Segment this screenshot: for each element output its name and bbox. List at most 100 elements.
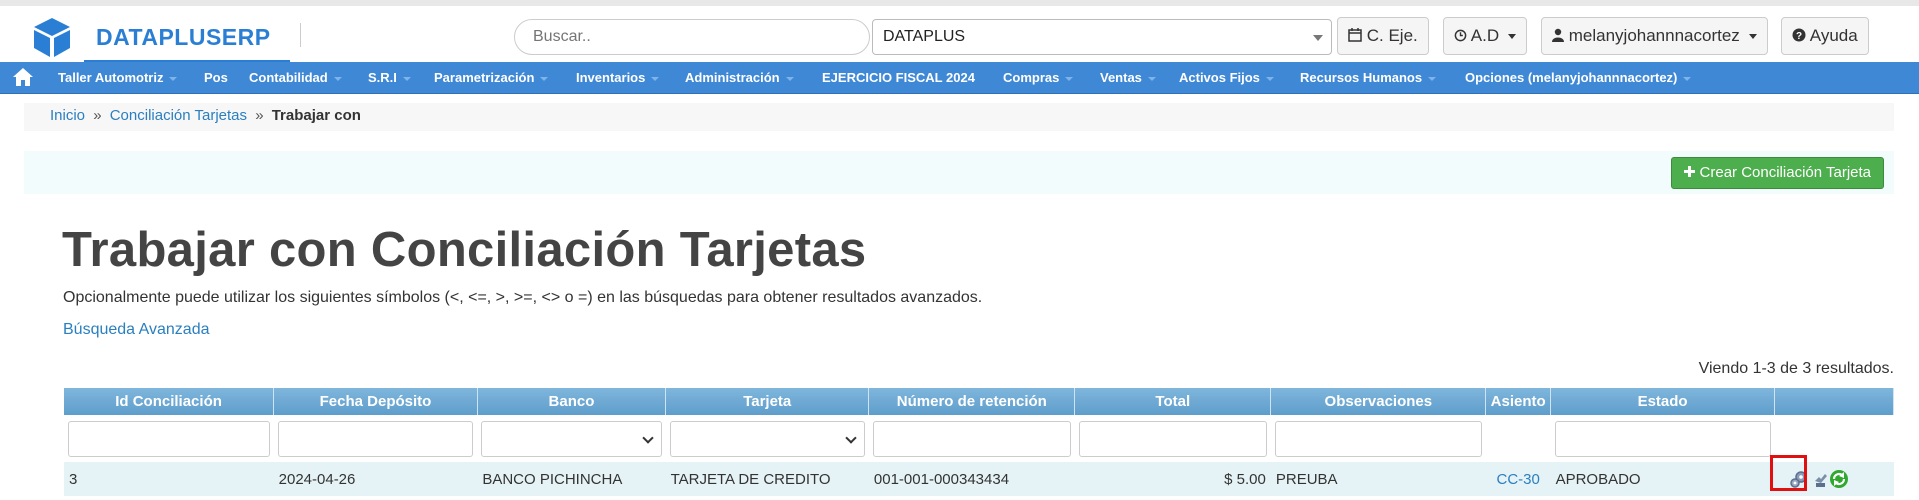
company-select-value: DATAPLUS: [883, 28, 966, 45]
home-icon[interactable]: [12, 66, 34, 88]
advanced-search-link[interactable]: Búsqueda Avanzada: [63, 321, 210, 339]
column-header-fecha[interactable]: Fecha Depósito: [273, 388, 478, 415]
breadcrumb-home-link[interactable]: Inicio: [50, 107, 85, 124]
nav-label: Recursos Humanos: [1300, 70, 1423, 85]
cube-logo-icon[interactable]: [30, 15, 74, 59]
breadcrumb-current: Trabajar con: [271, 107, 361, 124]
plus-icon: [1684, 166, 1696, 177]
chevron-down-icon: [651, 76, 660, 81]
cell-retencion: 001-001-000343434: [868, 462, 1075, 496]
nav-label: EJERCICIO FISCAL 2024: [822, 70, 975, 85]
filter-fecha-input[interactable]: [277, 420, 474, 457]
nav-taller-automotriz[interactable]: Taller Automotriz: [58, 70, 178, 85]
chevron-down-icon: [1313, 35, 1323, 41]
chevron-down-icon: [1265, 76, 1274, 81]
help-button[interactable]: ? Ayuda: [1781, 17, 1869, 55]
breadcrumb-separator: »: [255, 107, 264, 124]
refresh-icon[interactable]: [1829, 469, 1849, 489]
ad-dropdown-button[interactable]: A.D: [1443, 17, 1527, 55]
chevron-down-icon: [1507, 34, 1516, 40]
asiento-link[interactable]: CC-30: [1496, 471, 1539, 488]
chevron-down-icon: [540, 76, 549, 81]
nav-recursos-humanos[interactable]: Recursos Humanos: [1300, 70, 1437, 85]
cell-observaciones: PREUBA: [1270, 462, 1486, 496]
clock-icon: [1454, 29, 1467, 42]
filter-observaciones-input[interactable]: [1274, 420, 1482, 457]
nav-pos[interactable]: Pos: [204, 70, 228, 85]
nav-opciones[interactable]: Opciones (melanyjohannnacortez): [1465, 70, 1692, 85]
nav-sri[interactable]: S.R.I: [368, 70, 411, 85]
breadcrumb-parent-link[interactable]: Conciliación Tarjetas: [110, 107, 247, 124]
search-input[interactable]: [514, 19, 870, 55]
top-header: DATAPLUSERP DATAPLUS C. Eje. A.D melanyj…: [0, 0, 1919, 63]
help-label: Ayuda: [1809, 26, 1858, 45]
chevron-down-icon: [333, 76, 342, 81]
nav-label: Pos: [204, 70, 228, 85]
chevron-down-icon: [641, 431, 654, 444]
create-conciliation-button[interactable]: Crear Conciliación Tarjeta: [1671, 157, 1884, 189]
filter-total-input[interactable]: [1078, 420, 1267, 457]
column-header-observaciones[interactable]: Observaciones: [1270, 388, 1487, 415]
main-navbar: Taller Automotriz Pos Contabilidad S.R.I…: [0, 62, 1919, 94]
ad-label: A.D: [1470, 26, 1500, 45]
nav-ejercicio-fiscal[interactable]: EJERCICIO FISCAL 2024: [822, 70, 975, 85]
nav-compras[interactable]: Compras: [1003, 70, 1074, 85]
action-bar: Crear Conciliación Tarjeta: [24, 151, 1894, 194]
chevron-down-icon: [1147, 76, 1156, 81]
user-name-label: melanyjohannnacortez: [1568, 26, 1740, 45]
filter-retencion-input[interactable]: [872, 420, 1071, 457]
calendar-icon: [1348, 28, 1362, 42]
filter-tarjeta-select[interactable]: [669, 420, 865, 457]
nav-label: Inventarios: [576, 70, 646, 85]
chevron-down-icon: [402, 76, 411, 81]
nav-label: Administración: [685, 70, 780, 85]
fiscal-year-label: C. Eje.: [1366, 26, 1418, 45]
table-row: 3 2024-04-26 BANCO PICHINCHA TARJETA DE …: [64, 462, 1894, 496]
chevron-down-icon: [1683, 76, 1692, 81]
filter-row: [64, 415, 1894, 462]
chevron-down-icon: [785, 76, 794, 81]
company-select[interactable]: DATAPLUS: [872, 19, 1332, 55]
table-header-row: Id Conciliación Fecha Depósito Banco Tar…: [64, 388, 1894, 415]
column-header-estado[interactable]: Estado: [1550, 388, 1776, 415]
nav-ventas[interactable]: Ventas: [1100, 70, 1156, 85]
nav-activos-fijos[interactable]: Activos Fijos: [1179, 70, 1274, 85]
nav-label: Taller Automotriz: [58, 70, 164, 85]
nav-label: Contabilidad: [249, 70, 328, 85]
question-circle-icon: ?: [1792, 28, 1806, 42]
breadcrumb: Inicio » Conciliación Tarjetas » Trabaja…: [24, 103, 1894, 131]
cell-tarjeta: TARJETA DE CREDITO: [665, 462, 869, 496]
results-table: Id Conciliación Fecha Depósito Banco Tar…: [64, 388, 1894, 496]
filter-banco-select[interactable]: [481, 420, 662, 457]
page-title: Trabajar con Conciliación Tarjetas: [62, 223, 867, 277]
column-header-banco[interactable]: Banco: [477, 388, 667, 415]
breadcrumb-separator: »: [93, 107, 102, 124]
nav-label: S.R.I: [368, 70, 397, 85]
fiscal-year-button[interactable]: C. Eje.: [1337, 17, 1429, 55]
cell-id: 3: [64, 462, 274, 496]
cell-banco: BANCO PICHINCHA: [477, 462, 666, 496]
filter-id-input[interactable]: [68, 420, 270, 457]
column-header-tarjeta[interactable]: Tarjeta: [665, 388, 870, 415]
column-header-id[interactable]: Id Conciliación: [64, 388, 275, 415]
nav-parametrizacion[interactable]: Parametrización: [434, 70, 549, 85]
svg-text:?: ?: [1796, 31, 1802, 42]
column-header-actions: [1774, 388, 1894, 415]
chevron-down-icon: [845, 431, 857, 444]
nav-contabilidad[interactable]: Contabilidad: [249, 70, 342, 85]
nav-label: Compras: [1003, 70, 1060, 85]
cell-total: $ 5.00: [1074, 462, 1271, 496]
search-hint-text: Opcionalmente puede utilizar los siguien…: [63, 289, 983, 306]
approve-hand-icon[interactable]: [1813, 469, 1829, 489]
column-header-asiento[interactable]: Asiento: [1485, 388, 1552, 415]
nav-administracion[interactable]: Administración: [685, 70, 794, 85]
column-header-retencion[interactable]: Número de retención: [868, 388, 1076, 415]
column-header-total[interactable]: Total: [1074, 388, 1272, 415]
filter-estado-input[interactable]: [1554, 420, 1771, 457]
user-menu-button[interactable]: melanyjohannnacortez: [1541, 17, 1768, 55]
nav-inventarios[interactable]: Inventarios: [576, 70, 660, 85]
nav-label: Ventas: [1100, 70, 1142, 85]
chevron-down-icon: [169, 76, 178, 81]
brand-name[interactable]: DATAPLUSERP: [96, 24, 271, 51]
chevron-down-icon: [1428, 76, 1437, 81]
